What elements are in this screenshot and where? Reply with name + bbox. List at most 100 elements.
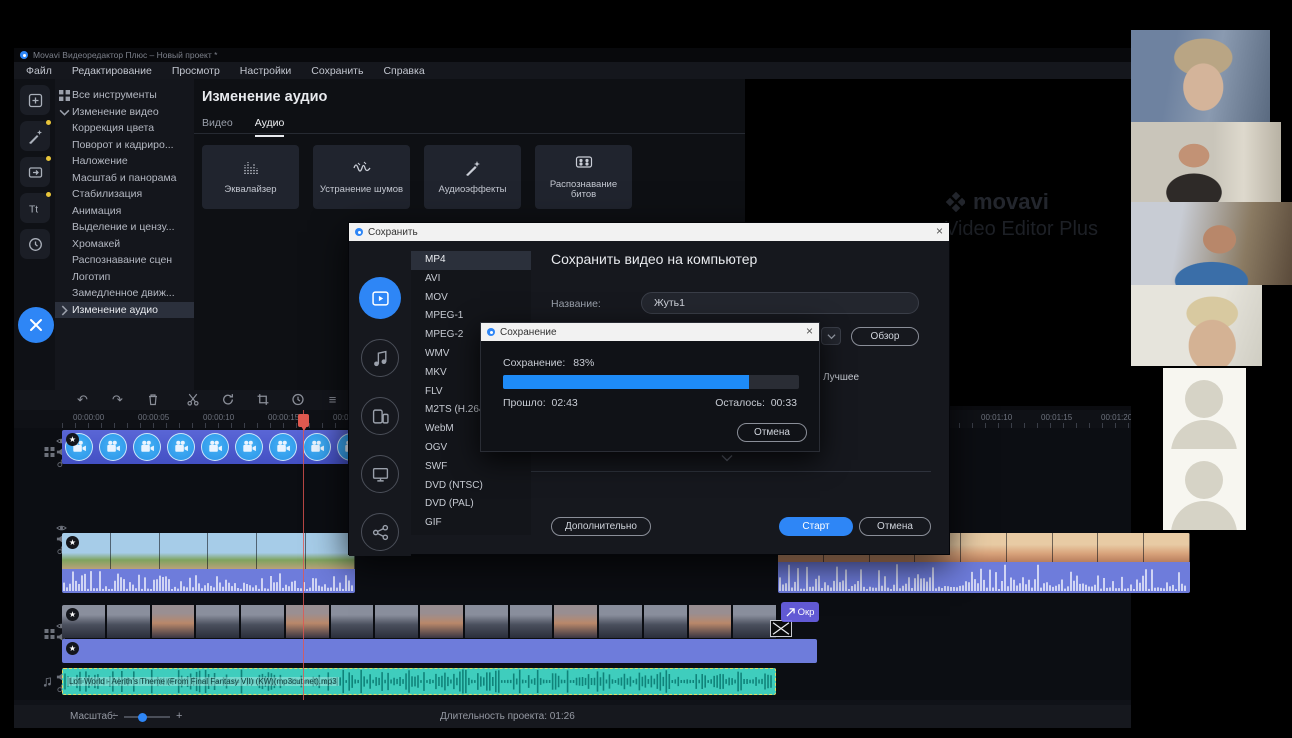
format-item-dvd-ntsc-[interactable]: DVD (NTSC) bbox=[411, 477, 531, 496]
zoom-out-button[interactable]: − bbox=[112, 710, 118, 722]
music-audio-clip[interactable]: Lofi World - Aerith's Theme (From Final … bbox=[62, 668, 776, 695]
save-to-computer-icon[interactable] bbox=[359, 277, 401, 319]
film-frame bbox=[599, 605, 644, 638]
favorite-star-badge: ★ bbox=[66, 608, 79, 621]
browse-button[interactable]: Обзор bbox=[851, 327, 919, 346]
audio-clip-label: Lofi World - Aerith's Theme (From Final … bbox=[67, 677, 339, 686]
progress-cancel-button[interactable]: Отмена bbox=[737, 423, 807, 442]
format-item-gif[interactable]: GIF bbox=[411, 514, 531, 533]
sidebar-item-1[interactable]: Все инструменты bbox=[55, 87, 194, 104]
import-media-icon[interactable] bbox=[20, 85, 50, 115]
new-badge bbox=[46, 156, 51, 161]
video-thumbnail bbox=[257, 533, 306, 569]
sidebar-item-4[interactable]: Поворот и кадриро... bbox=[55, 137, 194, 154]
format-item-swf[interactable]: SWF bbox=[411, 458, 531, 477]
track2-eye-icon[interactable] bbox=[56, 520, 68, 530]
menu-item-1[interactable]: Файл bbox=[26, 65, 52, 77]
sidebar-item-label: Изменение аудио bbox=[72, 304, 158, 316]
redo-icon[interactable]: ↷ bbox=[110, 393, 125, 407]
ruler-label: 00:01:20 bbox=[1101, 413, 1131, 422]
sidebar-item-8[interactable]: Анимация bbox=[55, 203, 194, 220]
tool-card-4[interactable]: Распознавание битов bbox=[535, 145, 632, 209]
video-thumbnail bbox=[111, 533, 160, 569]
video-clip-left[interactable]: ★ bbox=[62, 533, 355, 593]
sidebar-item-6[interactable]: Масштаб и панорама bbox=[55, 170, 194, 187]
cancel-button[interactable]: Отмена bbox=[859, 517, 931, 536]
save-audio-icon[interactable] bbox=[361, 339, 399, 377]
linked-audio-clip[interactable]: ★ bbox=[62, 639, 817, 663]
film-frames bbox=[62, 605, 778, 638]
sidebar-item-13[interactable]: Замедленное движ... bbox=[55, 285, 194, 302]
format-item-dvd-pal-[interactable]: DVD (PAL) bbox=[411, 495, 531, 514]
tool-card-2[interactable]: Устранение шумов bbox=[313, 145, 410, 209]
sidebar-item-label: Все инструменты bbox=[72, 89, 157, 101]
clip-properties-icon[interactable]: ≡ bbox=[325, 393, 340, 407]
menu-item-2[interactable]: Редактирование bbox=[72, 65, 152, 77]
arrow-ne-icon bbox=[786, 608, 795, 617]
cut-icon[interactable] bbox=[185, 393, 200, 407]
save-for-tv-icon[interactable] bbox=[361, 455, 399, 493]
favorite-star-badge: ★ bbox=[66, 642, 79, 655]
sidebar-item-12[interactable]: Логотип bbox=[55, 269, 194, 286]
playhead-marker[interactable] bbox=[298, 414, 309, 427]
film-strip-clip[interactable]: ★ bbox=[62, 605, 778, 638]
clip-camera-icon bbox=[99, 433, 127, 461]
progress-dialog-titlebar[interactable]: Сохранение × bbox=[481, 323, 819, 341]
format-item-mp4[interactable]: MP4 bbox=[411, 251, 531, 270]
crop-icon[interactable] bbox=[255, 393, 270, 407]
webcam-feed-2 bbox=[1131, 122, 1281, 202]
clip-speed-icon[interactable] bbox=[290, 393, 305, 407]
undo-icon[interactable]: ↶ bbox=[75, 393, 90, 407]
progress-percent: 83% bbox=[573, 357, 594, 369]
sidebar-item-11[interactable]: Распознавание сцен bbox=[55, 252, 194, 269]
tab-audio[interactable]: Аудио bbox=[255, 117, 285, 137]
format-item-mov[interactable]: MOV bbox=[411, 289, 531, 308]
rotate-icon[interactable] bbox=[220, 393, 235, 407]
movavi-watermark-icon bbox=[945, 192, 965, 212]
clip-trim-handle[interactable] bbox=[770, 620, 792, 637]
close-icon[interactable]: × bbox=[806, 324, 813, 338]
menu-item-5[interactable]: Сохранить bbox=[311, 65, 363, 77]
new-badge bbox=[46, 192, 51, 197]
menu-item-3[interactable]: Просмотр bbox=[172, 65, 220, 77]
save-for-devices-icon[interactable] bbox=[361, 397, 399, 435]
stickers-icon[interactable] bbox=[20, 229, 50, 259]
filters-icon[interactable] bbox=[20, 121, 50, 151]
track3-grid-icon[interactable] bbox=[44, 626, 56, 636]
ruler-label: 00:00:00 bbox=[73, 413, 104, 422]
tool-card-1[interactable]: Эквалайзер bbox=[202, 145, 299, 209]
advanced-button[interactable]: Дополнительно bbox=[551, 517, 651, 536]
sidebar-item-10[interactable]: Хромакей bbox=[55, 236, 194, 253]
name-input[interactable] bbox=[641, 292, 919, 314]
tool-card-3[interactable]: Аудиоэффекты bbox=[424, 145, 521, 209]
favorite-star-badge: ★ bbox=[66, 536, 79, 549]
sidebar-item-label: Масштаб и панорама bbox=[72, 172, 177, 184]
sidebar-item-7[interactable]: Стабилизация bbox=[55, 186, 194, 203]
transitions-icon[interactable] bbox=[20, 157, 50, 187]
screen: Movavi Видеоредактор Плюс – Новый проект… bbox=[0, 0, 1292, 738]
track1-grid-icon[interactable] bbox=[44, 444, 56, 454]
titles-icon[interactable]: Tt bbox=[20, 193, 50, 223]
sidebar-item-2[interactable]: Изменение видео bbox=[55, 104, 194, 121]
close-icon[interactable]: × bbox=[936, 224, 943, 238]
tab-video[interactable]: Видео bbox=[202, 117, 233, 137]
zoom-slider-knob[interactable] bbox=[138, 713, 147, 722]
zoom-slider[interactable] bbox=[124, 716, 170, 718]
linked-audio-waveform bbox=[62, 569, 355, 593]
folder-dropdown-button[interactable] bbox=[821, 327, 841, 345]
delete-icon[interactable] bbox=[145, 393, 160, 407]
more-tools-icon[interactable] bbox=[18, 307, 54, 343]
menu-item-4[interactable]: Настройки bbox=[240, 65, 292, 77]
zoom-in-button[interactable]: + bbox=[176, 710, 182, 722]
sidebar-item-5[interactable]: Наложение bbox=[55, 153, 194, 170]
start-button[interactable]: Старт bbox=[779, 517, 853, 536]
save-dialog-titlebar[interactable]: Сохранить × bbox=[349, 223, 949, 241]
webcam-feed-3 bbox=[1131, 202, 1292, 285]
movavi-logo-icon bbox=[487, 328, 495, 336]
menu-item-6[interactable]: Справка bbox=[383, 65, 424, 77]
sidebar-item-3[interactable]: Коррекция цвета bbox=[55, 120, 194, 137]
sidebar-item-9[interactable]: Выделение и цензу... bbox=[55, 219, 194, 236]
format-item-avi[interactable]: AVI bbox=[411, 270, 531, 289]
sidebar-item-14[interactable]: Изменение аудио bbox=[55, 302, 194, 319]
upload-share-icon[interactable] bbox=[361, 513, 399, 551]
